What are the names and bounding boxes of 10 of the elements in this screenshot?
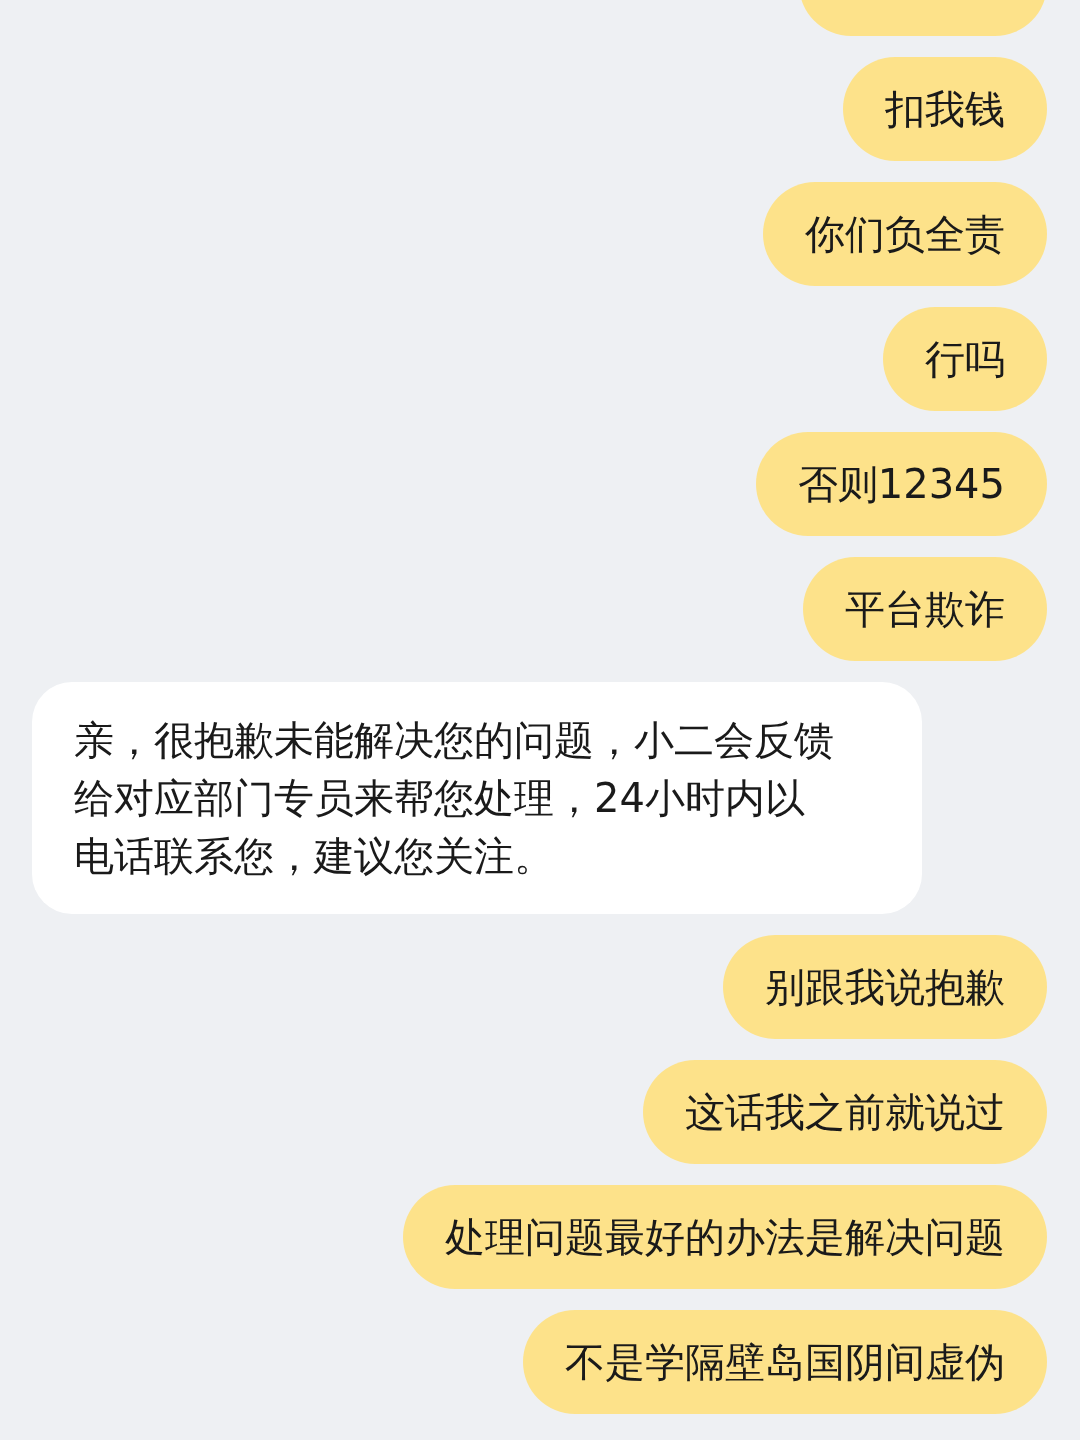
- sent-message: 处理问题最好的办法是解决问题: [403, 1185, 1047, 1289]
- sent-message: 这话我之前就说过: [643, 1060, 1047, 1164]
- sent-message: 行吗: [883, 307, 1047, 411]
- sent-message: 你们负全责: [763, 182, 1047, 286]
- sent-message: 扣我钱: [843, 57, 1047, 161]
- sent-message: 否则12345: [755, 432, 1047, 536]
- received-message: 亲，很抱歉未能解决您的问题，小二会反馈给对应部门专员来帮您处理，24小时内以电话联系您，建议您关注。: [32, 682, 922, 914]
- sent-message: 别跟我说抱歉: [723, 935, 1047, 1039]
- sent-message: 不是学隔壁岛国阴间虚伪: [523, 1310, 1047, 1414]
- sent-message: 平台欺诈: [803, 557, 1047, 661]
